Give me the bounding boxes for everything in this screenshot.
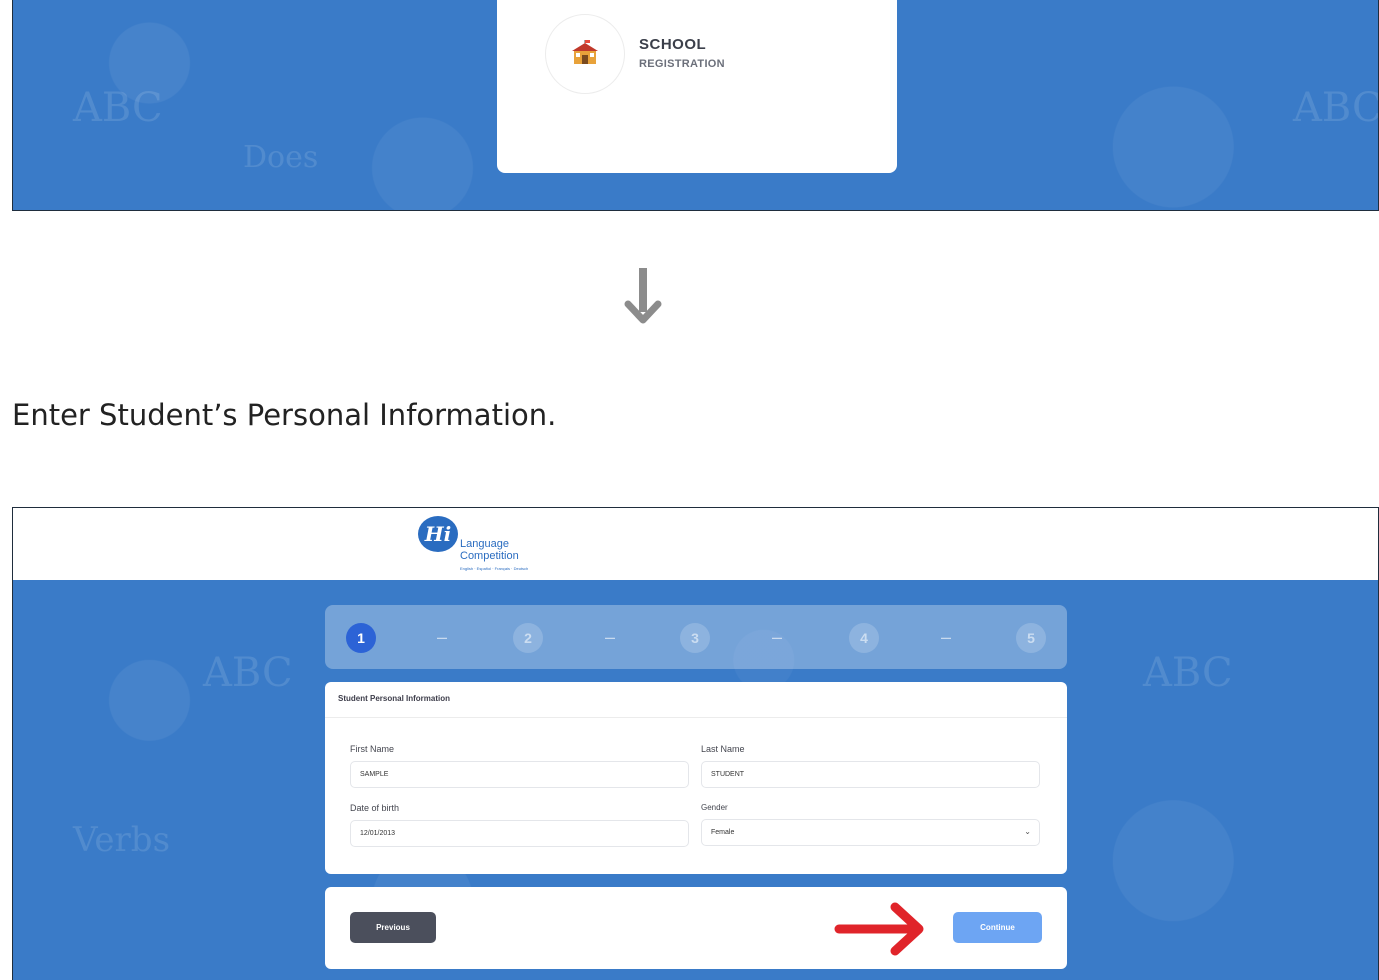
step-separator: – (437, 627, 448, 647)
doodle-decoration: Does (243, 140, 319, 175)
doodle-decoration: ABC (73, 85, 163, 131)
step-separator: – (772, 627, 783, 647)
gender-value: Female (711, 829, 735, 836)
gender-select[interactable]: Female ⌄ (701, 819, 1040, 846)
red-arrow-icon (834, 902, 924, 956)
last-name-label: Last Name (701, 744, 745, 754)
card-title: SCHOOL (639, 36, 707, 53)
step-2[interactable]: 2 (513, 623, 543, 653)
last-name-field[interactable]: STUDENT (701, 761, 1040, 788)
logo-languages: English · Español · Français · Deutsch (460, 566, 529, 571)
instruction-text: Enter Student’s Personal Information. (12, 398, 557, 432)
step-4[interactable]: 4 (849, 623, 879, 653)
dob-field[interactable]: 12/01/2013 (350, 820, 689, 847)
gender-label: Gender (701, 803, 728, 812)
step-1[interactable]: 1 (346, 623, 376, 653)
school-registration-panel: ABC ABC Does SCHOOL REGISTRATION (12, 0, 1379, 211)
app-header: Hi Language Competition English · Españo… (13, 508, 1378, 580)
step-5[interactable]: 5 (1016, 623, 1046, 653)
step-3[interactable]: 3 (680, 623, 710, 653)
dob-value: 12/01/2013 (360, 830, 396, 837)
dob-label: Date of birth (350, 803, 400, 813)
main-area: ABC ABC Verbs 1 – 2 – 3 – 4 – 5 Student … (13, 580, 1378, 980)
personal-info-screenshot: Hi Language Competition English · Españo… (12, 507, 1379, 980)
continue-button[interactable]: Continue (953, 912, 1042, 943)
logo-badge: Hi (418, 516, 458, 552)
doodle-decoration: ABC (1143, 650, 1233, 696)
school-registration-card[interactable]: SCHOOL REGISTRATION (497, 0, 897, 173)
first-name-label: First Name (350, 744, 395, 754)
form-actions: Previous Continue (325, 887, 1067, 969)
arrow-down-icon (624, 268, 662, 324)
chevron-down-icon: ⌄ (1024, 827, 1031, 836)
card-subtitle: REGISTRATION (639, 58, 725, 70)
school-building-icon (545, 14, 625, 94)
previous-button[interactable]: Previous (350, 912, 436, 943)
progress-stepper: 1 – 2 – 3 – 4 – 5 (325, 605, 1067, 669)
logo[interactable]: Hi Language Competition English · Españo… (418, 514, 548, 574)
first-name-value: SAMPLE (360, 771, 389, 778)
doodle-decoration: ABC (1293, 85, 1379, 131)
logo-line-1: Language (460, 538, 509, 550)
doodle-decoration: Verbs (73, 820, 171, 860)
step-separator: – (605, 627, 616, 647)
step-separator: – (941, 627, 952, 647)
student-info-form: Student Personal Information First Name … (325, 682, 1067, 874)
last-name-value: STUDENT (711, 771, 745, 778)
logo-line-2: Competition (460, 550, 519, 562)
doodle-decoration: ABC (203, 650, 293, 696)
first-name-field[interactable]: SAMPLE (350, 761, 689, 788)
form-title: Student Personal Information (338, 694, 451, 703)
